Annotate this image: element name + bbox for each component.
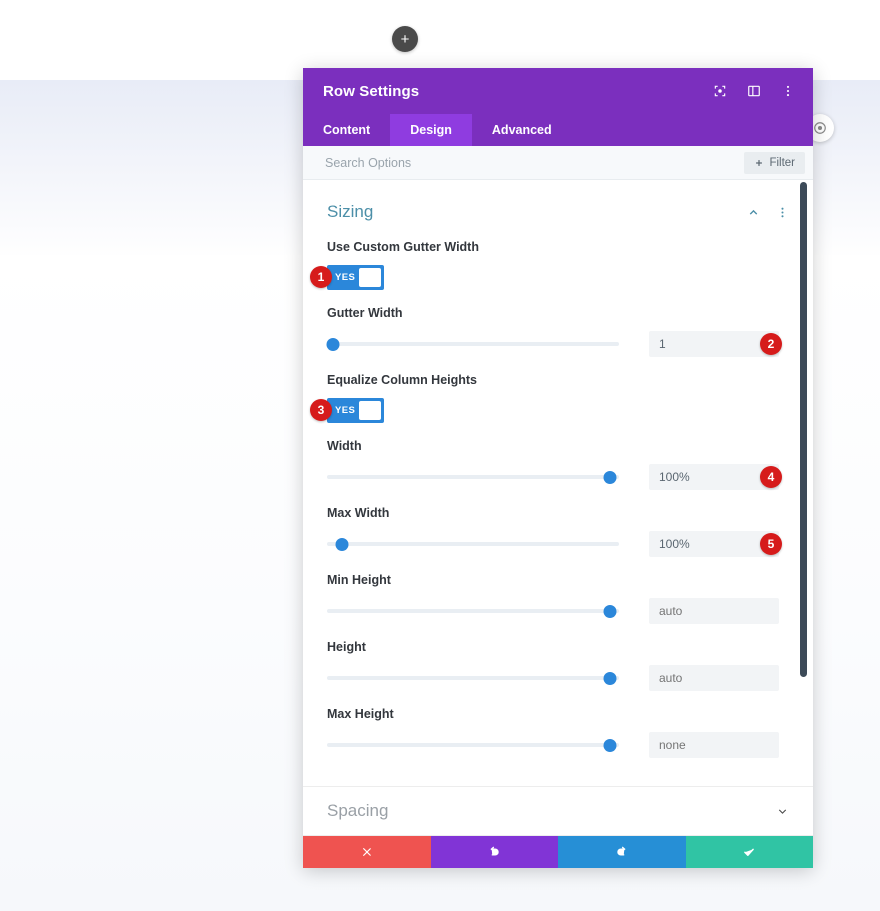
kebab-menu-icon[interactable] (781, 84, 795, 98)
filter-button[interactable]: Filter (744, 151, 805, 174)
slider-track (327, 542, 619, 546)
slider-handle[interactable] (603, 738, 617, 752)
field-label: Max Width (327, 506, 390, 520)
section-spacing[interactable]: Spacing (303, 786, 813, 835)
slider-row (327, 665, 789, 691)
slider-row (327, 732, 789, 758)
sizing-section-header[interactable]: Sizing (327, 180, 789, 224)
field-gutter-width: Gutter Width 2 (326, 290, 789, 357)
cancel-button[interactable] (303, 836, 431, 868)
value-input-height[interactable] (649, 665, 779, 691)
annotation-badge-2: 2 (760, 333, 782, 355)
toggle-equalize-column-heights[interactable]: YES (327, 398, 384, 423)
slider-handle[interactable] (603, 604, 617, 618)
slider-track (327, 676, 619, 680)
section-spacing-title: Spacing (327, 801, 389, 820)
sizing-section: Sizing Use Custom Gutter Width 1 YES Gut… (303, 180, 813, 786)
panel-layout-icon[interactable] (747, 84, 761, 98)
tab-content[interactable]: Content (303, 114, 390, 146)
focus-target-icon[interactable] (713, 84, 727, 98)
slider-min-height[interactable] (327, 603, 619, 619)
chevron-down-icon (778, 808, 787, 814)
undo-button[interactable] (430, 836, 558, 868)
scrollbar-track[interactable] (800, 180, 810, 836)
slider-row (327, 598, 789, 624)
toggle-knob (359, 401, 381, 420)
field-max-width: Max Width 5 (327, 490, 789, 557)
tab-design[interactable]: Design (390, 114, 472, 146)
annotation-badge-5: 5 (760, 533, 782, 555)
chevron-up-icon[interactable] (747, 206, 760, 219)
tab-advanced[interactable]: Advanced (472, 114, 572, 146)
modal-header-actions (713, 84, 795, 98)
field-max-height: Max Height (327, 691, 789, 786)
modal-body: Sizing Use Custom Gutter Width 1 YES Gut… (303, 180, 813, 836)
slider-max-width[interactable] (327, 536, 619, 552)
sizing-kebab-menu-icon[interactable] (776, 206, 789, 219)
scrollbar-thumb[interactable] (800, 182, 807, 677)
redo-button[interactable] (558, 836, 686, 868)
slider-handle[interactable] (326, 337, 340, 351)
add-row-button[interactable]: + (392, 26, 418, 52)
settings-circle-icon (814, 122, 826, 134)
modal-footer (303, 836, 813, 868)
value-input-min-height[interactable] (649, 598, 779, 624)
save-button[interactable] (685, 836, 813, 868)
search-options-row: Filter (303, 146, 813, 180)
undo-icon (490, 846, 499, 856)
redo-icon (617, 846, 626, 856)
section-border[interactable]: Border (303, 835, 813, 836)
field-label: Gutter Width (327, 306, 403, 320)
settings-scroll-area: Sizing Use Custom Gutter Width 1 YES Gut… (303, 180, 813, 836)
slider-track (327, 743, 619, 747)
close-x-icon (362, 848, 371, 856)
toggle-wrap: 1 YES (310, 265, 789, 290)
toggle-state-label: YES (335, 272, 356, 283)
modal-title: Row Settings (323, 82, 420, 100)
add-row-label: + (400, 30, 410, 48)
filter-button-label: Filter (769, 156, 795, 169)
slider-height[interactable] (327, 670, 619, 686)
field-height: Height (327, 624, 789, 691)
check-icon (744, 848, 755, 856)
search-input[interactable] (325, 155, 745, 170)
slider-track (327, 475, 619, 479)
field-label: Equalize Column Heights (327, 373, 478, 387)
slider-gutter-width[interactable] (326, 336, 619, 352)
field-min-height: Min Height (327, 557, 789, 624)
slider-max-height[interactable] (327, 737, 619, 753)
field-width: Width 4 (327, 423, 789, 490)
toggle-use-custom-gutter-width[interactable]: YES (327, 265, 384, 290)
field-label: Height (327, 640, 366, 654)
field-use-custom-gutter-width: Use Custom Gutter Width 1 YES (310, 224, 789, 290)
slider-handle[interactable] (603, 671, 617, 685)
toggle-state-label: YES (335, 405, 356, 416)
sizing-section-title: Sizing (327, 202, 374, 221)
slider-row: 4 (327, 464, 789, 490)
plus-icon (756, 159, 763, 166)
slider-handle[interactable] (335, 537, 349, 551)
toggle-knob (359, 268, 381, 287)
modal-tabs: Content Design Advanced (303, 114, 813, 146)
annotation-badge-4: 4 (760, 466, 782, 488)
slider-row: 2 (326, 331, 789, 357)
annotation-badge-1: 1 (310, 266, 332, 288)
field-equalize-column-heights: Equalize Column Heights 3 YES (310, 357, 789, 423)
field-label: Width (327, 439, 362, 453)
field-label: Min Height (327, 573, 391, 587)
slider-track (327, 342, 619, 346)
slider-handle[interactable] (603, 470, 617, 484)
toggle-wrap: 3 YES (310, 398, 789, 423)
slider-track (327, 609, 619, 613)
modal-header: Row Settings (303, 68, 813, 114)
annotation-badge-3: 3 (310, 399, 332, 421)
field-label: Max Height (327, 707, 394, 721)
slider-width[interactable] (327, 469, 619, 485)
row-settings-modal: Row Settings Content Design Advanced Sea… (303, 68, 813, 868)
value-input-max-height[interactable] (649, 732, 779, 758)
field-label: Use Custom Gutter Width (327, 240, 479, 254)
slider-row: 5 (327, 531, 789, 557)
